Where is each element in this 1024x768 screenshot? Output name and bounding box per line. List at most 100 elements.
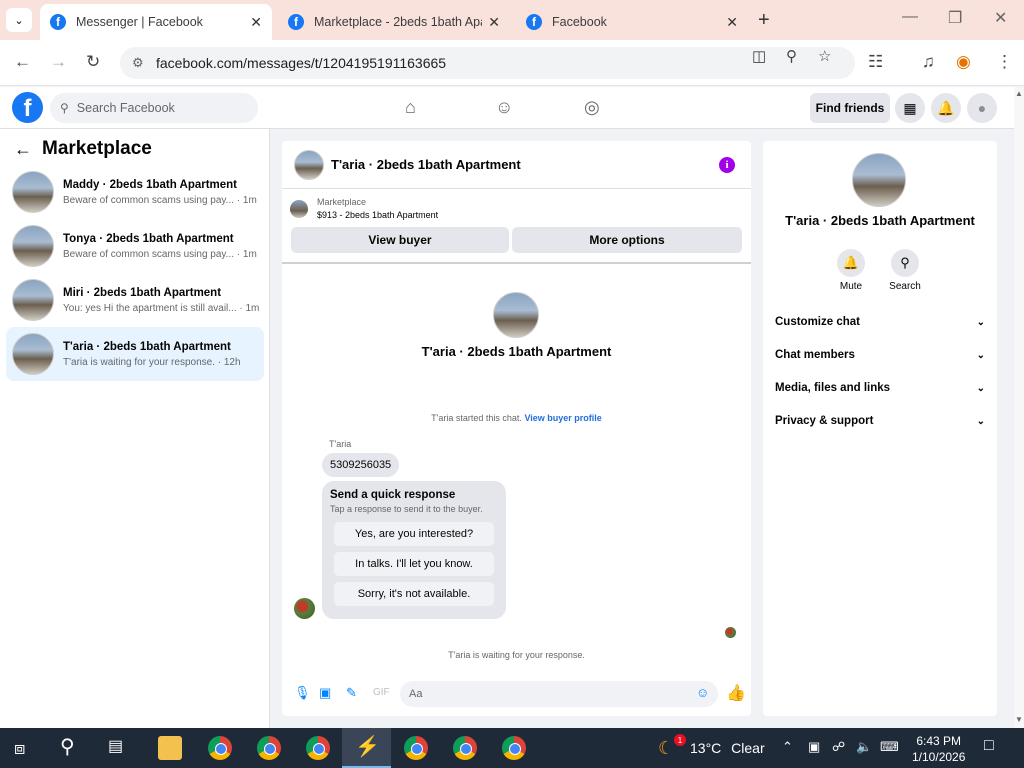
search-input[interactable]: ⚲ Search Facebook [50, 93, 258, 123]
weather-widget[interactable]: ☾ 1 13°C Clear [658, 734, 765, 758]
account-avatar-icon[interactable]: ● [967, 93, 997, 123]
tab-facebook[interactable]: f Facebook ✕ [516, 4, 748, 40]
microphone-icon[interactable]: 🎙 [294, 685, 311, 701]
attach-image-icon[interactable]: ▣ [319, 685, 331, 701]
sticker-icon[interactable]: ✎ [346, 685, 357, 701]
conversation-name: T'aria · 2beds 1bath Apartment [63, 340, 231, 353]
info-icon[interactable]: i [719, 157, 735, 173]
zoom-icon[interactable]: ⚲ [786, 47, 797, 65]
conversation-item[interactable]: Tonya · 2beds 1bath Apartment Beware of … [6, 219, 264, 273]
gif-icon[interactable]: GIF [373, 687, 390, 698]
conversation-item-selected[interactable]: T'aria · 2beds 1bath Apartment T'aria is… [6, 327, 264, 381]
address-bar[interactable]: ⚙ facebook.com/messages/t/12041951911636… [120, 47, 855, 79]
chrome-icon[interactable] [208, 736, 232, 760]
conversation-item[interactable]: Maddy · 2beds 1bath Apartment Beware of … [6, 165, 264, 219]
media-control-icon[interactable]: ♫ [922, 52, 935, 72]
file-explorer-icon[interactable] [158, 736, 182, 760]
groups-icon[interactable]: ◎ [584, 97, 600, 118]
tab-search-chevron-icon[interactable]: ⌄ [6, 8, 32, 32]
quick-response-yes-button[interactable]: Yes, are you interested? [334, 522, 494, 546]
friends-icon[interactable]: ☺ [495, 97, 513, 118]
task-view-icon[interactable]: ▤ [108, 736, 132, 760]
search-icon[interactable]: ⚲ [60, 734, 84, 758]
quick-response-in-talks-button[interactable]: In talks. I'll let you know. [334, 552, 494, 576]
profile-icon[interactable]: ◉ [956, 52, 971, 72]
tab-messenger[interactable]: f Messenger | Facebook ✕ [40, 4, 272, 40]
page-scrollbar[interactable]: ▲ ▼ [1014, 87, 1024, 728]
new-tab-plus-icon[interactable]: + [758, 9, 770, 32]
show-hidden-icons-icon[interactable]: ⌃ [782, 739, 793, 755]
thumbs-up-icon[interactable]: 👍 [726, 683, 746, 703]
extensions-icon[interactable]: ☷ [868, 52, 883, 72]
listing-label: Marketplace [317, 197, 367, 207]
notifications-bell-icon[interactable]: 🔔 [931, 93, 961, 123]
message-bubble[interactable]: 5309256035 [322, 453, 400, 477]
waiting-status: T'aria is waiting for your response. [448, 650, 585, 660]
seen-indicator-avatar [725, 627, 736, 638]
close-tab-icon[interactable]: ✕ [250, 14, 262, 31]
listing-summary[interactable]: Marketplace $913 - 2beds 1bath Apartment [290, 197, 438, 220]
tab-title: Messenger | Facebook [76, 15, 203, 29]
site-settings-icon[interactable]: ⚙ [132, 55, 144, 71]
home-icon[interactable]: ⌂ [405, 97, 416, 118]
find-friends-button[interactable]: Find friends [810, 93, 890, 123]
windows-start-icon[interactable]: ⧈ [14, 738, 38, 762]
chat-title[interactable]: T'aria · 2beds 1bath Apartment [331, 157, 521, 172]
section-label: Media, files and links [775, 382, 891, 394]
tab-marketplace[interactable]: f Marketplace - 2beds 1bath Apa ✕ [278, 4, 510, 40]
quick-response-not-available-button[interactable]: Sorry, it's not available. [334, 582, 494, 606]
privacy-support-section[interactable]: Privacy & support ⌄ [775, 415, 985, 427]
conversation-item[interactable]: Miri · 2beds 1bath Apartment You: yes Hi… [6, 273, 264, 327]
camera-icon[interactable]: ▣ [808, 739, 820, 755]
facebook-logo-icon[interactable]: f [12, 92, 43, 123]
customize-chat-section[interactable]: Customize chat ⌄ [775, 316, 985, 328]
keyboard-icon[interactable]: ⌨ [880, 739, 899, 755]
conversation-preview: Beware of common scams using pay... · 1m [63, 194, 257, 206]
section-label: Chat members [775, 349, 855, 361]
media-files-links-section[interactable]: Media, files and links ⌄ [775, 382, 985, 394]
chrome-icon[interactable] [502, 736, 526, 760]
view-buyer-profile-link[interactable]: View buyer profile [524, 413, 601, 423]
menu-kebab-icon[interactable]: ⋮ [996, 52, 1013, 72]
chrome-icon[interactable] [404, 736, 428, 760]
search-label: Search [889, 281, 921, 292]
forward-arrow-icon[interactable]: → [50, 52, 67, 72]
more-options-button[interactable]: More options [512, 227, 742, 253]
menu-grid-icon[interactable]: ▦ [895, 93, 925, 123]
close-tab-icon[interactable]: ✕ [726, 14, 738, 31]
mute-label: Mute [839, 281, 863, 292]
quick-response-title: Send a quick response [330, 489, 456, 501]
started-text: T'aria started this chat. [431, 413, 522, 423]
notifications-icon[interactable]: □ [984, 737, 994, 755]
install-app-icon[interactable]: ◫ [752, 47, 766, 65]
scroll-down-arrow-icon[interactable]: ▼ [1015, 715, 1023, 724]
emoji-icon[interactable]: ☺ [696, 685, 709, 700]
close-tab-icon[interactable]: ✕ [488, 14, 500, 31]
bookmark-star-icon[interactable]: ☆ [818, 47, 831, 65]
chat-members-section[interactable]: Chat members ⌄ [775, 349, 985, 361]
listing-avatar[interactable] [852, 153, 906, 207]
close-window-icon[interactable]: ✕ [994, 8, 1007, 28]
clock[interactable]: 6:43 PM 1/10/2026 [912, 733, 965, 765]
back-arrow-icon[interactable]: ← [14, 139, 32, 160]
buyer-avatar[interactable] [493, 292, 539, 338]
view-buyer-button[interactable]: View buyer [291, 227, 509, 253]
conversation-name: Tonya · 2beds 1bath Apartment [63, 232, 234, 245]
chat-avatar[interactable] [294, 149, 324, 180]
minimize-icon[interactable]: — [902, 8, 918, 26]
search-conversation-button[interactable]: ⚲ Search [885, 249, 925, 292]
mute-button[interactable]: 🔔 Mute [831, 249, 871, 292]
scroll-up-arrow-icon[interactable]: ▲ [1015, 89, 1023, 98]
network-icon[interactable]: ☍ [832, 739, 845, 755]
back-arrow-icon[interactable]: ← [14, 52, 31, 72]
chrome-icon[interactable] [306, 736, 330, 760]
chrome-icon[interactable] [453, 736, 477, 760]
restore-icon[interactable]: ❐ [948, 8, 962, 28]
chrome-icon[interactable] [257, 736, 281, 760]
pinned-app-icon[interactable]: ⚡ [355, 734, 380, 758]
reload-icon[interactable]: ↻ [86, 52, 100, 72]
message-input[interactable]: Aa [400, 681, 718, 707]
tab-title: Marketplace - 2beds 1bath Apa [314, 15, 483, 29]
sender-avatar[interactable] [294, 598, 315, 619]
volume-icon[interactable]: 🔈 [856, 739, 872, 755]
